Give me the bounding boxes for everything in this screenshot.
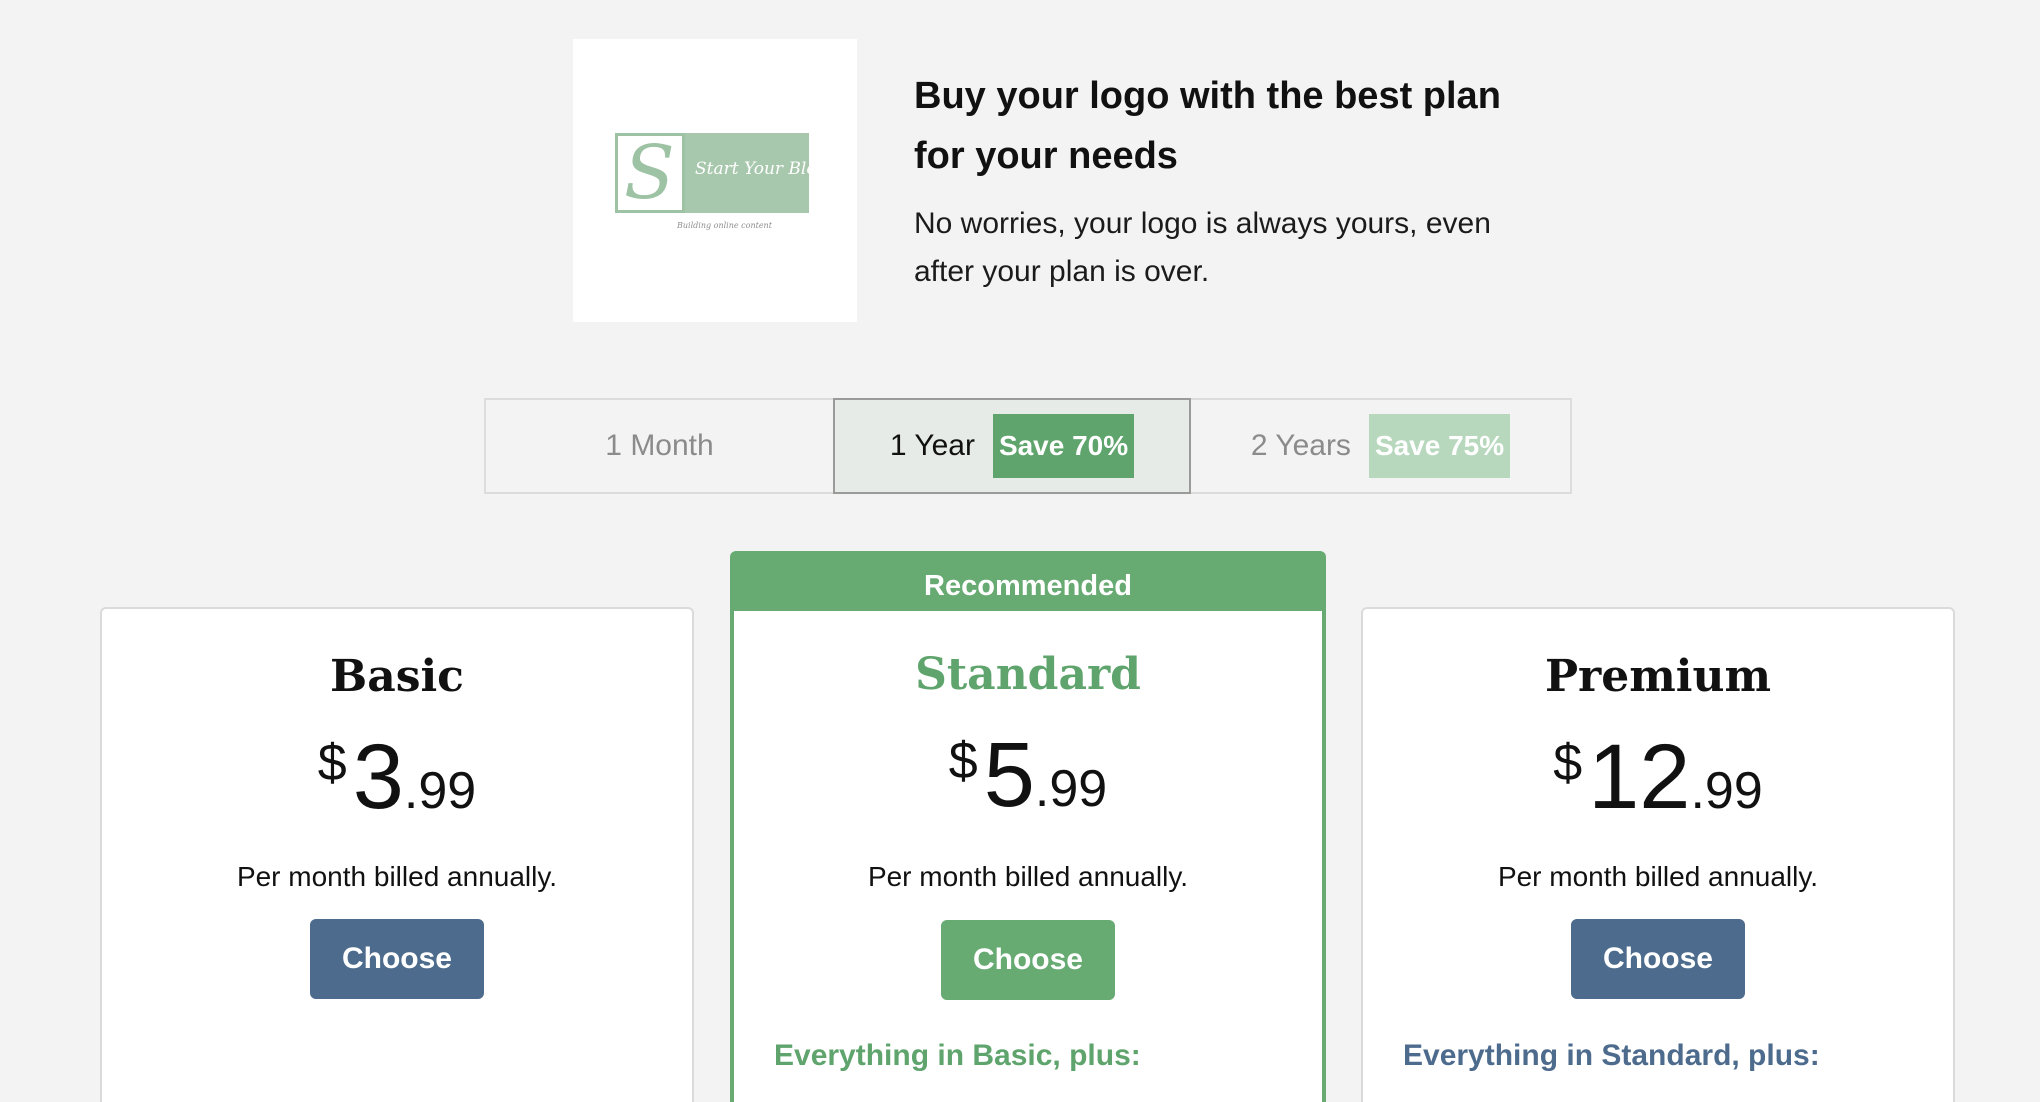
price-whole: 5 (983, 724, 1035, 826)
logo-tagline: Building online content (677, 221, 772, 230)
tab-1-year[interactable]: 1 Year Save 70% (833, 398, 1191, 494)
plan-card-standard: Recommended Standard $5.99 Per month bil… (730, 551, 1326, 1102)
logo-preview: S Start Your Blog Building online conten… (573, 39, 857, 322)
plan-name: Standard (915, 649, 1141, 700)
price-cents: .99 (1034, 760, 1108, 818)
plan-card-premium: Premium $12.99 Per month billed annually… (1361, 607, 1955, 1102)
save-badge: Save 75% (1368, 414, 1511, 478)
logo-monogram-frame: S (615, 130, 685, 216)
price-whole: 12 (1588, 726, 1691, 828)
plan-name: Basic (330, 651, 464, 702)
tab-label: 1 Year (889, 429, 975, 462)
tab-1-month[interactable]: 1 Month (486, 400, 833, 492)
plan-price: $5.99 (734, 723, 1322, 828)
includes-heading: Everything in Standard, plus: (1403, 1039, 1820, 1072)
price-cents: .99 (403, 762, 477, 820)
logo-name-bar: Start Your Blog (685, 133, 827, 213)
price-whole: 3 (352, 726, 404, 828)
recommended-banner: Recommended (730, 551, 1326, 611)
choose-basic-button[interactable]: Choose (310, 919, 484, 999)
billing-note: Per month billed annually. (236, 861, 558, 892)
tab-label: 1 Month (605, 429, 714, 462)
plan-name: Premium (1544, 651, 1772, 702)
logo-monogram: S (624, 130, 675, 216)
logo-name: Start Your Blog (695, 159, 828, 179)
plan-price: $3.99 (102, 725, 692, 830)
billing-note: Per month billed annually. (867, 861, 1189, 892)
plan-card-basic: Basic $3.99 Per month billed annually. C… (100, 607, 694, 1102)
tab-label: 2 Years (1250, 429, 1351, 462)
price-currency: $ (317, 734, 347, 792)
includes-heading: Everything in Basic, plus: (774, 1039, 1141, 1072)
choose-standard-button[interactable]: Choose (941, 920, 1115, 1000)
save-badge: Save 70% (992, 414, 1135, 478)
page-title: Buy your logo with the best plan for you… (914, 75, 1501, 177)
billing-note: Per month billed annually. (1497, 861, 1819, 892)
price-cents: .99 (1690, 762, 1763, 820)
choose-premium-button[interactable]: Choose (1571, 919, 1745, 999)
logo-mark: S Start Your Blog Building online conten… (615, 130, 827, 243)
price-currency: $ (1553, 734, 1583, 792)
tab-2-years[interactable]: 2 Years Save 75% (1191, 400, 1570, 492)
billing-period-tabs: 1 Month 1 Year Save 70% 2 Years Save 75% (484, 398, 1572, 494)
plan-price: $12.99 (1363, 725, 1953, 830)
price-currency: $ (948, 732, 978, 790)
page-subtitle: No worries, your logo is always yours, e… (914, 207, 1491, 288)
